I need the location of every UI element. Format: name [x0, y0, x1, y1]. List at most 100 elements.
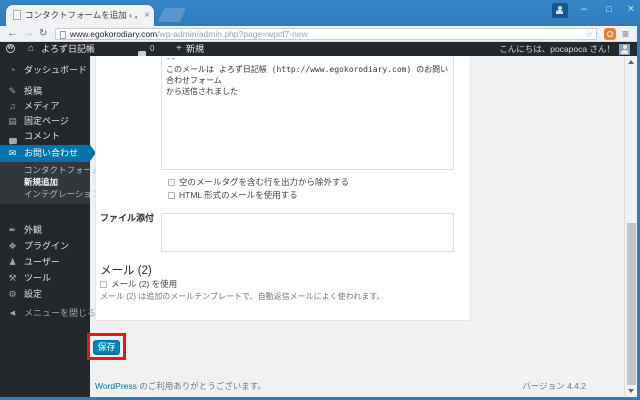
avatar[interactable] [619, 43, 630, 55]
settings-icon: ⚙ [8, 289, 17, 299]
chrome-menu-icon[interactable]: ≡ [622, 26, 629, 42]
appearance-icon: ✒ [8, 225, 17, 235]
tab-title: コンタクトフォームを追加 ‹ よろ [25, 10, 137, 20]
sidebar-item-plugins[interactable]: ❖ プラグイン [0, 239, 90, 254]
back-icon[interactable]: ← [7, 26, 18, 41]
profile-button[interactable] [552, 3, 568, 18]
footer-thanks-text: のご利用ありがとうございます。 [136, 381, 266, 391]
url-path: /wp-admin/admin.php?page=wpcf7-new [157, 29, 308, 39]
username: pocapoca [550, 44, 588, 54]
mail-icon: ✉ [8, 148, 17, 158]
scroll-up-icon[interactable] [625, 56, 637, 68]
minimize-button[interactable]: – [574, 1, 594, 18]
dashboard-icon: ◔ [9, 65, 16, 75]
sidebar-item-label: メディア [24, 101, 60, 111]
avatar-person-icon [619, 44, 630, 55]
maximize-button[interactable]: □ [599, 1, 619, 18]
forward-icon[interactable]: → [23, 26, 34, 41]
sidebar-item-users[interactable]: ♟ ユーザー [0, 255, 90, 270]
footer-thanks: WordPress のご利用ありがとうございます。 [95, 380, 266, 392]
plugins-icon: ❖ [8, 241, 17, 251]
browser-tab[interactable]: コンタクトフォームを追加 ‹ よろ × [6, 5, 154, 26]
url-bar[interactable]: www.egokorodiary.com/wp-admin/admin.php?… [55, 28, 597, 40]
checkbox-label: HTML 形式のメールを使用する [179, 190, 298, 200]
new-content-link[interactable]: 新規 [186, 42, 204, 56]
user-greeting[interactable]: こんにちは、pocapoca さん！ [499, 42, 615, 56]
scroll-down-icon[interactable] [625, 385, 637, 397]
checkbox-icon[interactable] [168, 192, 175, 199]
sidebar-collapse-menu[interactable]: ◀ メニューを閉じる [0, 306, 96, 321]
wordpress-link[interactable]: WordPress [95, 381, 137, 391]
sidebar-item-label: プラグイン [24, 241, 70, 251]
sidebar-item-dashboard[interactable]: ◔ ダッシュボード [0, 63, 90, 78]
mail-body-textarea[interactable]: -- このメールは よろず日記帳 (http://www.egokorodiar… [161, 56, 454, 170]
tools-icon: ⚒ [8, 273, 17, 283]
page-icon [60, 30, 66, 39]
pages-icon: ▤ [8, 116, 17, 126]
wp-admin-bar: W ⌂ よろず日記帳 0 + 新規 こんにちは、pocapoca さん！ [0, 42, 637, 59]
reload-icon[interactable]: ↻ [39, 26, 47, 41]
checkbox-use-mail2-row[interactable]: メール (2) を使用 [100, 279, 177, 289]
sidebar-item-comments[interactable]: コメント [0, 129, 90, 146]
sidebar-item-label: お問い合わせ [24, 148, 79, 158]
window-close-button[interactable]: × [621, 1, 640, 18]
mail2-description: メール (2) は追加のメールテンプレートで、自動返信メールによく使われます。 [100, 292, 385, 301]
checkbox-label: 空のメールタグを含む行を出力から除外する [179, 177, 350, 187]
checkbox-icon[interactable] [168, 179, 175, 186]
bookmark-star-icon[interactable]: ☆ [585, 29, 593, 40]
collapse-icon: ◀ [9, 310, 16, 317]
mail2-heading: メール (2) [100, 265, 152, 277]
sidebar-item-appearance[interactable]: ✒ 外観 [0, 223, 90, 238]
sidebar-item-label: コメント [24, 131, 61, 141]
scrollbar-thumb[interactable] [627, 223, 636, 385]
tab-favicon-icon [13, 10, 21, 20]
submenu-item-integration[interactable]: インテグレーション [24, 188, 100, 200]
checkbox-exclude-blank-row[interactable]: 空のメールタグを含む行を出力から除外する [168, 177, 349, 187]
wordpress-logo-icon[interactable]: W [6, 44, 15, 53]
plus-icon[interactable]: + [176, 42, 182, 56]
site-name-link[interactable]: よろず日記帳 [41, 42, 95, 56]
sidebar-item-pages[interactable]: ▤ 固定ページ [0, 114, 90, 129]
browser-toolbar: ← → ↻ www.egokorodiary.com/wp-admin/admi… [0, 26, 637, 42]
checkbox-label: メール (2) を使用 [111, 279, 178, 289]
profile-person-icon [554, 4, 566, 17]
comments-icon[interactable] [138, 46, 146, 59]
mail-settings-panel: -- このメールは よろず日記帳 (http://www.egokorodiar… [95, 56, 471, 321]
page-content: ◔ ダッシュボード ✎ 投稿 ♫ メディア ▤ 固定ページ コメント ✉ お問い合わせ コ… [0, 56, 637, 397]
sidebar-item-media[interactable]: ♫ メディア [0, 99, 90, 114]
greeting-prefix: こんにちは、 [499, 44, 551, 54]
new-tab-button[interactable] [157, 8, 187, 22]
submenu-item-add-new[interactable]: 新規追加 [24, 176, 58, 188]
sidebar-item-label: 固定ページ [24, 116, 69, 126]
checkbox-html-mail-row[interactable]: HTML 形式のメールを使用する [168, 190, 298, 200]
sidebar-item-label: ダッシュボード [24, 65, 88, 75]
tab-close-icon[interactable]: × [144, 9, 150, 22]
sidebar-item-label: メニューを閉じる [24, 308, 97, 318]
greeting-suffix: さん！ [587, 44, 615, 54]
media-icon: ♫ [9, 101, 16, 111]
checkbox-icon[interactable] [100, 281, 107, 288]
file-attachments-textarea[interactable] [161, 213, 454, 252]
save-button[interactable]: 保存 [93, 340, 120, 355]
extension-icon[interactable] [604, 28, 616, 40]
sidebar-item-label: ツール [24, 273, 52, 283]
sidebar-item-label: 投稿 [24, 86, 43, 96]
url-text: www.egokorodiary.com/wp-admin/admin.php?… [70, 29, 308, 39]
sidebar-item-contact[interactable]: ✉ お問い合わせ [0, 145, 96, 162]
scrollbar[interactable] [624, 56, 637, 397]
contact-submenu: コンタクトフォーム 新規追加 インテグレーション [0, 162, 100, 204]
file-attachments-label: ファイル添付 [100, 213, 155, 223]
posts-icon: ✎ [8, 86, 17, 96]
sidebar-item-tools[interactable]: ⚒ ツール [0, 271, 90, 286]
sidebar-item-label: 設定 [24, 289, 43, 299]
url-domain: www.egokorodiary.com [70, 29, 158, 39]
comment-count[interactable]: 0 [150, 42, 154, 56]
sidebar-item-label: 外観 [24, 225, 43, 235]
browser-window: コンタクトフォームを追加 ‹ よろ × – □ × ← → ↻ www.egok… [0, 0, 640, 400]
sidebar-item-settings[interactable]: ⚙ 設定 [0, 287, 90, 302]
submenu-item-contact-forms[interactable]: コンタクトフォーム [24, 164, 100, 176]
sidebar-item-posts[interactable]: ✎ 投稿 [0, 84, 90, 99]
home-icon[interactable]: ⌂ [28, 42, 34, 56]
users-icon: ♟ [8, 257, 17, 267]
footer-version: バージョン 4.4.2 [522, 381, 586, 391]
